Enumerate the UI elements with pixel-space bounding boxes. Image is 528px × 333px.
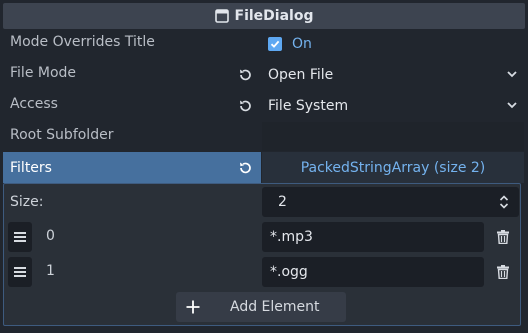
element-value: *.ogg	[270, 264, 308, 280]
inspector-header: FileDialog	[3, 3, 525, 29]
plus-icon	[178, 300, 208, 314]
property-label-root-subfolder: Root Subfolder	[10, 127, 114, 143]
chevron-down-icon	[506, 99, 518, 115]
add-element-label: Add Element	[230, 299, 320, 315]
file-mode-dropdown[interactable]: Open File	[262, 60, 524, 89]
header-title: FileDialog	[234, 8, 314, 24]
access-dropdown[interactable]: File System	[262, 91, 524, 120]
filters-array-summary: PackedStringArray (size 2)	[300, 159, 486, 176]
array-size-label: Size:	[10, 194, 44, 210]
checkbox-label: On	[292, 35, 312, 52]
revert-icon[interactable]	[236, 66, 254, 84]
window-icon	[214, 9, 229, 23]
file-mode-value: Open File	[268, 66, 334, 83]
array-size-spinbox[interactable]: 2	[262, 187, 519, 217]
element-index: 1	[46, 263, 55, 279]
trash-icon[interactable]	[491, 257, 515, 287]
revert-icon[interactable]	[236, 97, 254, 115]
element-value-input[interactable]: *.mp3	[262, 222, 484, 252]
access-value: File System	[268, 97, 349, 114]
chevron-down-icon	[506, 68, 518, 84]
drag-handle-icon[interactable]	[8, 222, 32, 252]
element-index: 0	[46, 228, 55, 244]
property-label-mode-overrides-title: Mode Overrides Title	[10, 34, 155, 50]
filters-property-row[interactable]: Filters	[3, 152, 261, 183]
filters-array-toggle[interactable]: PackedStringArray (size 2)	[262, 152, 524, 183]
root-subfolder-input[interactable]	[262, 122, 524, 151]
array-size-value: 2	[278, 194, 287, 210]
element-value-input[interactable]: *.ogg	[262, 257, 484, 287]
add-element-button[interactable]: Add Element	[176, 292, 346, 322]
updown-arrows-icon[interactable]	[499, 194, 509, 214]
check-icon	[268, 36, 282, 51]
property-label-access: Access	[10, 96, 58, 112]
property-label-filters: Filters	[10, 159, 52, 176]
drag-handle-icon[interactable]	[8, 257, 32, 287]
mode-overrides-title-checkbox[interactable]: On	[262, 29, 524, 58]
revert-icon[interactable]	[236, 159, 254, 177]
trash-icon[interactable]	[491, 222, 515, 252]
property-label-file-mode: File Mode	[10, 65, 77, 81]
element-value: *.mp3	[270, 229, 313, 245]
